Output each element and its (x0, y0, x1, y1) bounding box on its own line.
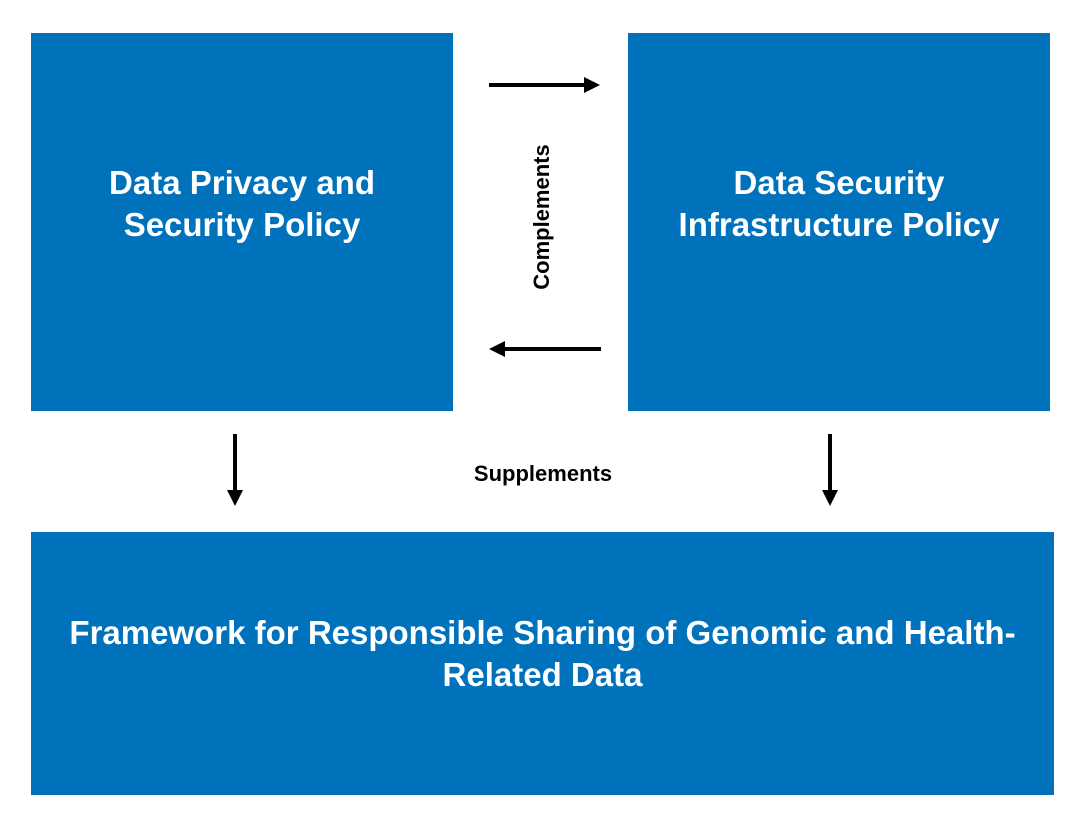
arrow-supplements-right (822, 434, 838, 506)
arrow-complements-left (489, 341, 601, 357)
arrow-complements-right (489, 77, 600, 93)
complements-label: Complements (529, 144, 554, 290)
relation-arrows (227, 77, 838, 506)
arrow-supplements-left (227, 434, 243, 506)
supplements-label: Supplements (473, 461, 613, 486)
